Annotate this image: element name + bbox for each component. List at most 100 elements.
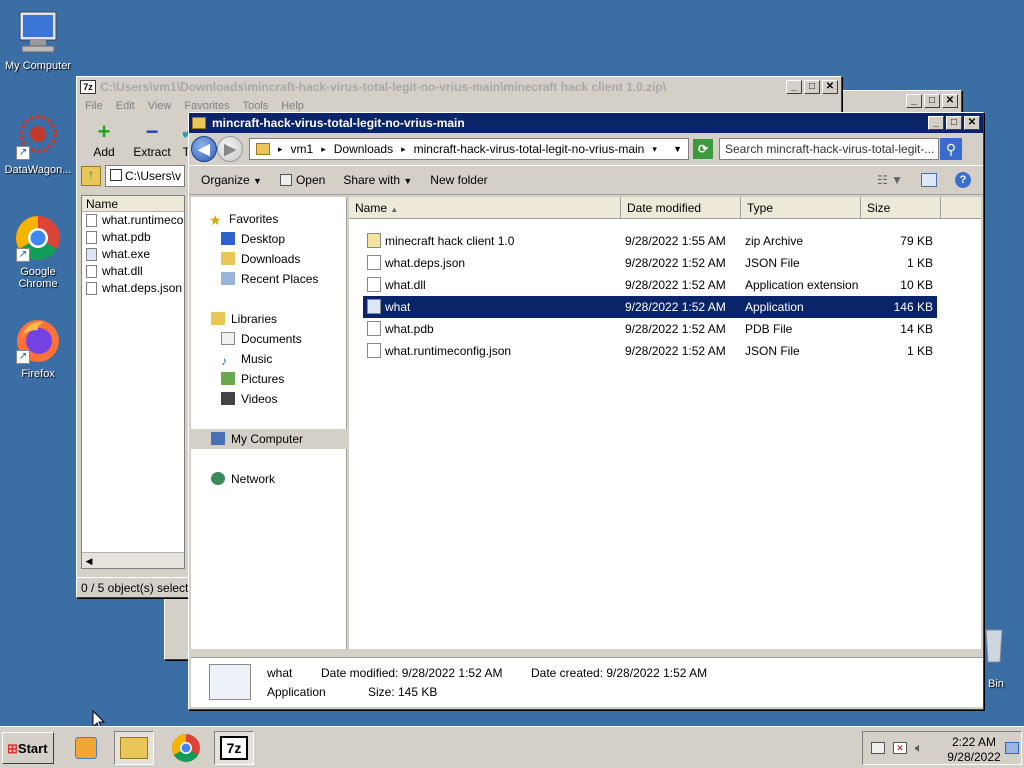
menu-tools[interactable]: Tools (243, 100, 269, 112)
sevenzip-path-input[interactable]: C:\Users\v (105, 165, 185, 187)
maximize-button[interactable]: □ (924, 94, 940, 108)
minimize-button[interactable]: _ (906, 94, 922, 108)
file-row[interactable]: what.dll 9/28/2022 1:52 AM Application e… (363, 274, 937, 296)
scroll-left-icon[interactable]: ◀ (82, 556, 96, 568)
clock-time[interactable]: 2:22 AM (951, 735, 997, 749)
desktop-icon-datawagon[interactable]: ↗ DataWagon... (0, 112, 76, 176)
taskbar: ⊞Start 7z ✕ 🔈︎ 2:22 AM 9/28/2022 (0, 726, 1024, 768)
list-item[interactable]: what.pdb (82, 229, 184, 246)
close-button[interactable]: ✕ (822, 80, 838, 94)
open-button[interactable]: Open (279, 173, 325, 187)
list-item[interactable]: what.dll (82, 263, 184, 280)
start-button[interactable]: ⊞Start (2, 732, 54, 764)
file-size: 10 KB (900, 278, 933, 292)
sevenzip-file-list[interactable]: Name what.runtimeconfig.json what.pdb wh… (81, 195, 185, 569)
desktop-icon-chrome[interactable]: ↗ Google Chrome (0, 214, 76, 290)
shortcut-arrow-icon: ↗ (16, 248, 30, 262)
up-folder-icon[interactable]: ↑ (81, 166, 101, 186)
menu-favorites[interactable]: Favorites (184, 100, 229, 112)
explorer-window[interactable]: mincraft-hack-virus-total-legit-no-vrius… (188, 112, 984, 710)
explorer-titlebar[interactable]: mincraft-hack-virus-total-legit-no-vrius… (189, 113, 983, 133)
extract-button[interactable]: − Extract (131, 119, 173, 159)
chevron-right-icon: ▸ (278, 143, 283, 154)
nav-my-computer[interactable]: My Computer (191, 429, 347, 449)
taskbar-media-player[interactable] (66, 731, 106, 765)
nav-label: Recent Places (241, 272, 319, 286)
close-button[interactable]: ✕ (964, 116, 980, 130)
file-row[interactable]: what.runtimeconfig.json 9/28/2022 1:52 A… (363, 340, 937, 362)
list-item[interactable]: what.runtimeconfig.json (82, 212, 184, 229)
explorer-title: mincraft-hack-virus-total-legit-no-vrius… (212, 116, 465, 130)
clock-date[interactable]: 9/28/2022 (943, 750, 1005, 764)
desktop-icon-firefox[interactable]: ↗ Firefox (0, 316, 76, 380)
sevenzip-titlebar[interactable]: 7z C:\Users\vm1\Downloads\mincraft-hack-… (77, 77, 841, 97)
breadcrumb-vm1[interactable]: vm1 (291, 142, 314, 156)
sevenzip-logo-icon: 7z (220, 736, 248, 760)
help-icon[interactable]: ? (955, 172, 971, 188)
file-row[interactable]: minecraft hack client 1.0 9/28/2022 1:55… (363, 230, 937, 252)
file-row[interactable]: what.pdb 9/28/2022 1:52 AM PDB File 14 K… (363, 318, 937, 340)
dll-icon (367, 277, 381, 292)
refresh-button[interactable]: ⟳ (693, 139, 713, 159)
address-dropdown-icon[interactable]: ▼ (673, 144, 682, 154)
show-desktop-icon[interactable] (1005, 742, 1019, 754)
file-row-selected[interactable]: what 9/28/2022 1:52 AM Application 146 K… (363, 296, 937, 318)
menu-view[interactable]: View (148, 100, 172, 112)
desktop-icon-label: DataWagon... (4, 164, 72, 176)
documents-icon (221, 332, 235, 345)
file-size: 146 KB (893, 300, 933, 314)
navigation-pane[interactable]: ★ Favorites Desktop Downloads Recent Plac… (191, 197, 347, 649)
file-row[interactable]: what.deps.json 9/28/2022 1:52 AM JSON Fi… (363, 252, 937, 274)
column-size[interactable]: Size (861, 197, 941, 219)
file-size: 14 KB (900, 322, 933, 336)
list-header-name[interactable]: Name (82, 196, 184, 212)
add-button[interactable]: + Add (83, 119, 125, 159)
menu-edit[interactable]: Edit (116, 100, 135, 112)
list-item[interactable]: what.deps.json (82, 280, 184, 297)
breadcrumb-current[interactable]: mincraft-hack-virus-total-legit-no-vrius… (414, 142, 645, 156)
nav-libraries[interactable]: Libraries (211, 309, 367, 329)
desktop-icon-my-computer[interactable]: My Computer (0, 8, 76, 72)
taskbar-7zip[interactable]: 7z (214, 731, 254, 765)
maximize-button[interactable]: □ (804, 80, 820, 94)
nav-label: Favorites (229, 212, 279, 226)
minimize-button[interactable]: _ (928, 116, 944, 130)
breadcrumb[interactable]: ▸ vm1 ▸ Downloads ▸ mincraft-hack-virus-… (249, 138, 689, 160)
breadcrumb-downloads[interactable]: Downloads (334, 142, 393, 156)
list-item[interactable]: what.exe (82, 246, 184, 263)
search-icon[interactable]: ⚲ (940, 138, 962, 160)
nav-favorites[interactable]: ★ Favorites (209, 209, 365, 229)
volume-icon[interactable]: 🔈︎ (915, 740, 923, 756)
close-button[interactable]: ✕ (942, 94, 958, 108)
taskbar-chrome[interactable] (166, 731, 206, 765)
recycle-bin-icon (982, 624, 1006, 664)
maximize-button[interactable]: □ (946, 116, 962, 130)
star-icon: ★ (209, 212, 222, 228)
network-tray-icon[interactable] (871, 742, 885, 754)
horizontal-scrollbar[interactable]: ◀ (82, 552, 184, 568)
dll-icon (86, 265, 97, 278)
organize-button[interactable]: Organize ▼ (201, 173, 262, 187)
chrome-icon (172, 734, 200, 762)
view-options-icon[interactable]: ☷ ▼ (877, 173, 903, 187)
file-list[interactable]: Name ▲ Date modified Type Size minecraft… (349, 197, 981, 649)
menu-file[interactable]: File (85, 100, 103, 112)
back-button[interactable]: ◀ (191, 136, 217, 162)
column-type[interactable]: Type (741, 197, 861, 219)
recent-places-icon (221, 272, 235, 285)
chevron-down-icon[interactable]: ▾ (652, 144, 657, 155)
minimize-button[interactable]: _ (786, 80, 802, 94)
nav-network[interactable]: Network (211, 469, 367, 489)
action-center-icon[interactable]: ✕ (893, 742, 907, 754)
forward-button[interactable]: ▶ (217, 136, 243, 162)
taskbar-explorer[interactable] (114, 731, 154, 765)
nav-label: Pictures (241, 372, 285, 386)
menu-help[interactable]: Help (281, 100, 304, 112)
new-folder-button[interactable]: New folder (430, 173, 487, 187)
preview-pane-icon[interactable] (921, 173, 937, 187)
column-name[interactable]: Name ▲ (349, 197, 621, 219)
column-date-modified[interactable]: Date modified (621, 197, 741, 219)
share-with-button[interactable]: Share with ▼ (343, 173, 412, 187)
file-size: 79 KB (900, 234, 933, 248)
search-input[interactable]: Search mincraft-hack-virus-total-legit-.… (719, 138, 939, 160)
